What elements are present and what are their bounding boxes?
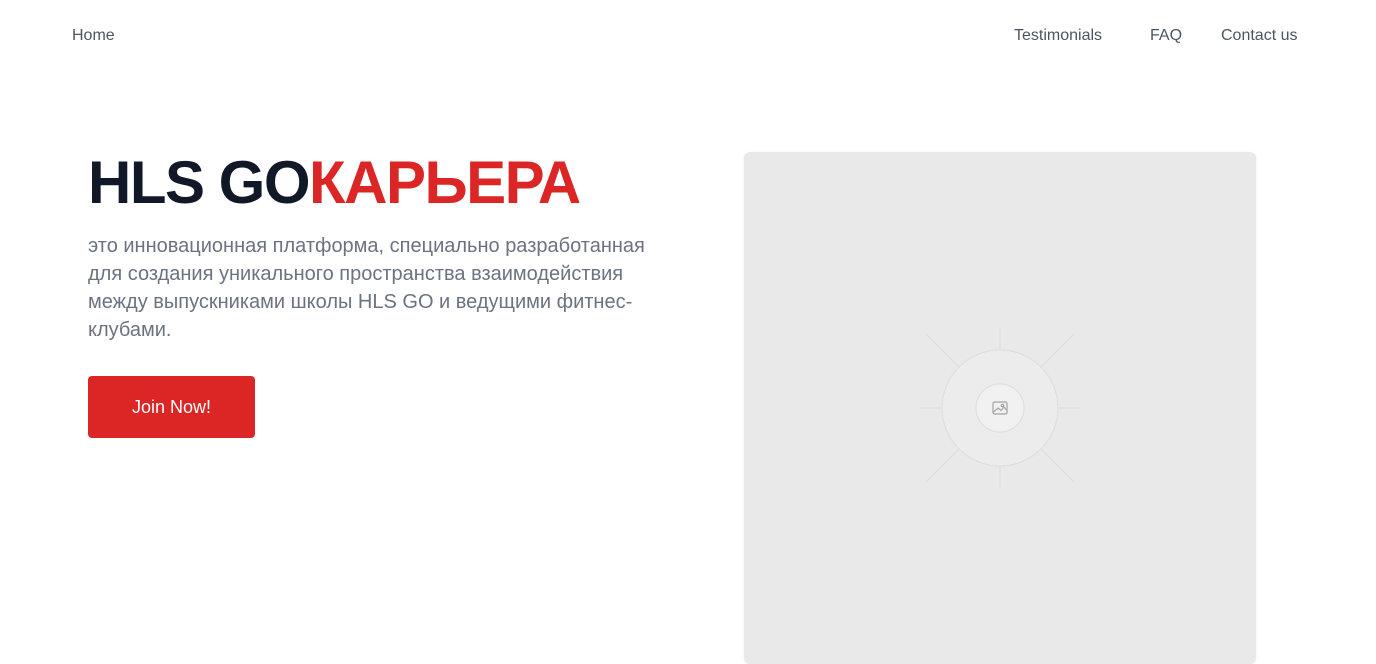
- nav-home-link[interactable]: Home: [72, 26, 115, 46]
- nav-faq-link[interactable]: FAQ: [1150, 26, 1182, 46]
- top-nav: Home Testimonials FAQ Contact us: [0, 0, 1376, 72]
- join-now-button[interactable]: Join Now!: [88, 376, 255, 438]
- image-placeholder-icon: [920, 328, 1080, 488]
- nav-contact-link[interactable]: Contact us: [1221, 26, 1297, 46]
- hero-image-placeholder: [744, 152, 1256, 664]
- hero-title-accent: КАРЬЕРА: [309, 149, 581, 216]
- hero-description: это инновационная платформа, специально …: [88, 235, 645, 341]
- nav-testimonials-link[interactable]: Testimonials: [1014, 26, 1102, 46]
- hero-title-brand: HLS GO: [88, 149, 311, 216]
- hero-title: HLS GOКАРЬЕРА: [88, 149, 581, 216]
